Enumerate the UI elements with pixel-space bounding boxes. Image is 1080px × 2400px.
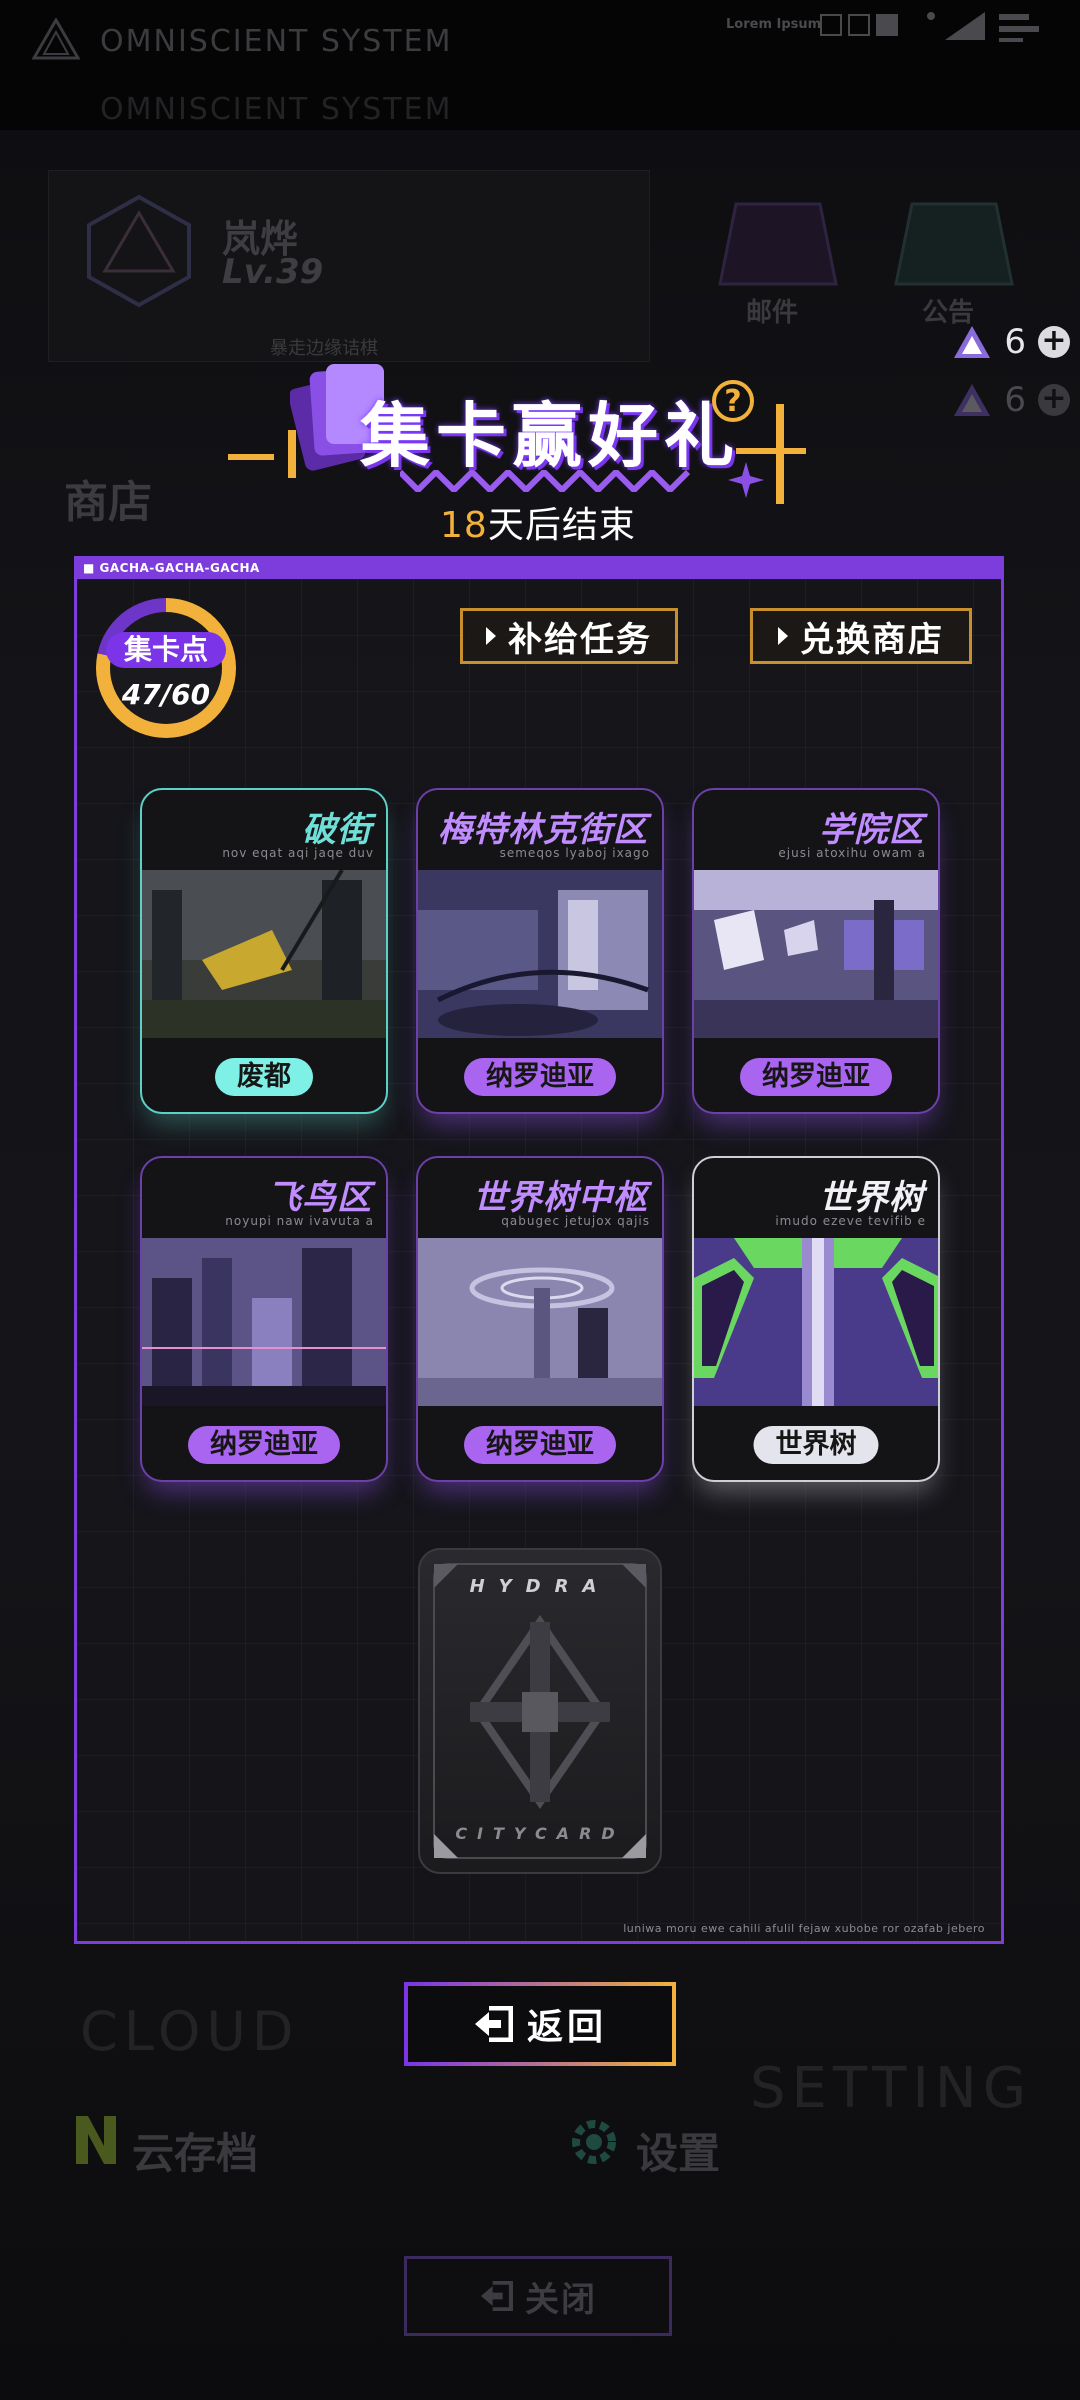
back-label: 返回 xyxy=(526,2007,607,2048)
title-decoration xyxy=(776,404,784,504)
event-countdown: 18天后结束 xyxy=(440,496,636,548)
card-region-tag: 纳罗迪亚 xyxy=(188,1426,340,1464)
mail-label: 邮件 xyxy=(746,298,799,328)
player-subtitle: 暴走边缘诘棋 xyxy=(270,338,378,359)
omniscient-logo-icon xyxy=(32,18,80,60)
card-region-tag: 世界树 xyxy=(753,1426,879,1464)
title-decoration xyxy=(228,454,274,460)
triangle-token-icon xyxy=(954,384,991,416)
card-title: 破街 xyxy=(302,810,372,850)
close-button[interactable]: 关闭 xyxy=(404,2256,672,2336)
settings-label: 设置 xyxy=(636,2129,721,2178)
card-artwork-image xyxy=(418,1238,662,1406)
triangle-token-icon xyxy=(954,326,991,358)
card-subtitle: semeqos lyaboj ixago xyxy=(499,846,650,860)
card-world-tree-core[interactable]: 世界树中枢 qabugec jetujox qajis 纳罗迪亚 xyxy=(416,1156,664,1482)
filled-square-icon xyxy=(876,14,898,36)
lorem-label: Lorem Ipsum xyxy=(726,17,822,32)
card-title: 学院区 xyxy=(819,810,924,850)
mail-icon xyxy=(718,202,838,286)
resource-row: 6 + xyxy=(952,322,1070,362)
settings-gear-icon xyxy=(572,2120,616,2164)
card-artwork-image xyxy=(418,870,662,1038)
card-artwork-image xyxy=(142,870,386,1038)
hydra-emblem-icon xyxy=(433,1563,647,1859)
cloud-english-label: CLOUD xyxy=(80,2000,300,2063)
setting-english-label: SETTING xyxy=(750,2056,1033,2121)
card-broken-street[interactable]: 破街 nov eqat aqi jaqe duv 废都 xyxy=(140,788,388,1114)
panel-footer-text: luniwa moru ewe cahili afulil fejaw xubo… xyxy=(623,1922,985,1935)
card-title: 世界树 xyxy=(819,1178,924,1218)
card-subtitle: qabugec jetujox qajis xyxy=(501,1214,650,1228)
sparkle-icon xyxy=(728,462,764,498)
card-world-tree[interactable]: 世界树 imudo ezeve tevifib e 世界树 xyxy=(692,1156,940,1482)
shop-label: 商店 xyxy=(64,477,152,528)
resource-value: 6 xyxy=(1004,322,1026,362)
card-title: 世界树中枢 xyxy=(473,1178,648,1218)
x-square-icon xyxy=(848,14,870,36)
add-resource-button[interactable]: + xyxy=(1038,326,1070,358)
card-region-tag: 纳罗迪亚 xyxy=(740,1058,892,1096)
title-decoration xyxy=(288,430,296,478)
countdown-days: 18 xyxy=(440,505,488,546)
close-label: 关闭 xyxy=(525,2279,597,2320)
card-title: 飞鸟区 xyxy=(267,1178,372,1218)
card-artwork-image xyxy=(142,1238,386,1406)
card-maeterlinck-district[interactable]: 梅特林克街区 semeqos lyaboj ixago 纳罗迪亚 xyxy=(416,788,664,1114)
system-title: OMNISCIENT SYSTEM xyxy=(100,24,453,59)
add-resource-button[interactable]: + xyxy=(1038,384,1070,416)
system-top-bar: OMNISCIENT SYSTEM OMNISCIENT SYSTEM Lore… xyxy=(0,0,1080,130)
square-icon xyxy=(820,14,842,36)
cloud-save-icon xyxy=(76,2116,116,2164)
system-title-echo: OMNISCIENT SYSTEM xyxy=(100,92,453,127)
notice-icon xyxy=(894,202,1014,286)
card-region-tag: 废都 xyxy=(215,1058,313,1096)
exchange-shop-button[interactable]: 兑换商店 xyxy=(750,608,972,664)
card-title: 梅特林克街区 xyxy=(438,810,648,850)
card-subtitle: ejusi atoxihu owam a xyxy=(778,846,926,860)
back-button[interactable]: 返回 xyxy=(404,1982,676,2066)
points-label: 集卡点 xyxy=(106,632,226,668)
exit-arrow-icon xyxy=(474,2006,513,2042)
card-subtitle: noyupi naw ivavuta a xyxy=(225,1214,374,1228)
help-button[interactable]: ? xyxy=(712,380,754,422)
event-title: 集卡赢好礼 xyxy=(360,395,740,477)
avatar-frame-icon xyxy=(87,194,191,308)
exit-arrow-icon xyxy=(481,2281,513,2311)
citycard-label: CITYCARD xyxy=(455,1824,625,1843)
panel-header: ■ GACHA-GACHA-GACHA xyxy=(77,559,1001,579)
card-artwork-image xyxy=(694,870,938,1038)
card-points-gauge: 集卡点 47/60 xyxy=(96,598,236,738)
status-icons xyxy=(927,12,1039,42)
play-arrow-icon xyxy=(486,627,496,645)
card-subtitle: nov eqat aqi jaqe duv xyxy=(222,846,374,860)
resource-value: 6 xyxy=(1004,380,1026,420)
player-level: Lv.39 xyxy=(222,252,324,292)
hydra-citycard[interactable]: HYDRA CITYCARD xyxy=(418,1548,662,1874)
title-decoration xyxy=(736,448,806,454)
card-artwork-image xyxy=(694,1238,938,1406)
countdown-text: 天后结束 xyxy=(487,505,636,546)
supply-tasks-button[interactable]: 补给任务 xyxy=(460,608,678,664)
points-value: 47/60 xyxy=(121,678,211,711)
card-academy-district[interactable]: 学院区 ejusi atoxihu owam a 纳罗迪亚 xyxy=(692,788,940,1114)
card-region-tag: 纳罗迪亚 xyxy=(464,1058,616,1096)
cloud-save-label: 云存档 xyxy=(132,2129,259,2178)
resource-row-echo: 6 + xyxy=(952,380,1070,420)
card-subtitle: imudo ezeve tevifib e xyxy=(775,1214,926,1228)
card-flying-bird-district[interactable]: 飞鸟区 noyupi naw ivavuta a 纳罗迪亚 xyxy=(140,1156,388,1482)
zigzag-decoration xyxy=(400,470,690,492)
card-region-tag: 纳罗迪亚 xyxy=(464,1426,616,1464)
panel-header-label: ■ GACHA-GACHA-GACHA xyxy=(83,561,260,575)
play-arrow-icon xyxy=(778,627,788,645)
